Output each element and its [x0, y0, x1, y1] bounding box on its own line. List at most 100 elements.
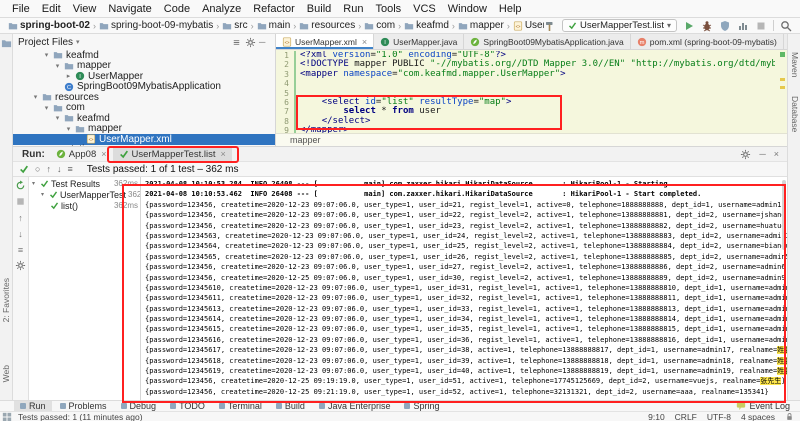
editor-tab[interactable]: <>UserMapper.xml× — [276, 34, 374, 49]
menu-build[interactable]: Build — [301, 3, 337, 15]
project-tree-item[interactable]: ▸IUserMapper — [13, 71, 275, 82]
project-tree-item[interactable]: ▾keafmd — [13, 50, 275, 61]
project-tree-item[interactable]: ▾keafmd — [13, 113, 275, 124]
toolwindow-button-java-enterprise[interactable]: Java Enterprise — [313, 401, 397, 412]
console-scrollbar[interactable] — [782, 180, 786, 250]
run-config-selector[interactable]: UserMapperTest.list ▾ — [562, 19, 677, 32]
menu-edit[interactable]: Edit — [36, 3, 67, 15]
collapse-all-icon[interactable] — [231, 37, 242, 48]
toolwindow-button-problems[interactable]: Problems — [54, 401, 113, 412]
menu-run[interactable]: Run — [337, 3, 369, 15]
hide-passed-button[interactable] — [19, 164, 29, 174]
close-icon[interactable]: × — [774, 149, 779, 159]
tree-item-label: resources — [55, 92, 99, 103]
show-ignored-button[interactable]: ○ — [35, 164, 40, 174]
previous-test-button[interactable]: ↑ — [46, 164, 51, 174]
scroll-down-button[interactable]: ↓ — [15, 228, 26, 239]
next-test-button[interactable]: ↓ — [57, 164, 62, 174]
editor-tab[interactable]: IUserMapper.java — [374, 34, 464, 49]
minimize-icon[interactable]: ─ — [759, 149, 765, 159]
close-icon[interactable]: × — [362, 37, 367, 47]
sort-tests-button[interactable]: ≡ — [67, 164, 72, 174]
breadcrumb-item[interactable]: resources — [299, 20, 355, 31]
debug-button[interactable] — [701, 20, 713, 32]
settings-gear-button[interactable] — [15, 260, 26, 271]
menu-view[interactable]: View — [67, 3, 103, 15]
breadcrumb-item[interactable]: spring-boot-02 — [8, 20, 90, 31]
settings-icon[interactable] — [740, 149, 751, 160]
toolwindow-button-terminal[interactable]: Terminal — [213, 401, 268, 412]
code-editor[interactable]: 123456789 <?xml version="1.0" encoding="… — [276, 50, 787, 134]
editor-tab[interactable]: mpom.xml (spring-boot-09-mybatis) — [631, 34, 784, 49]
svg-text:<>: <> — [89, 137, 94, 142]
menu-code[interactable]: Code — [158, 3, 196, 15]
run-tab[interactable]: App08× — [50, 147, 113, 162]
close-icon[interactable]: × — [220, 149, 225, 159]
status-item[interactable]: 9:10 — [648, 412, 665, 421]
menu-help[interactable]: Help — [493, 3, 528, 15]
maven-toolwindow-button[interactable]: Maven — [790, 52, 800, 78]
event-log-button[interactable]: Event Log — [736, 401, 800, 411]
web-toolwindow-button[interactable]: Web — [1, 365, 11, 382]
breadcrumb-item[interactable]: src — [222, 20, 247, 31]
test-tree-item[interactable]: ▾UserMapperTest362ms — [29, 189, 140, 200]
test-tree-item[interactable]: list()362ms — [29, 200, 140, 211]
breadcrumb-item[interactable]: main — [257, 20, 291, 31]
scroll-up-button[interactable]: ↑ — [15, 212, 26, 223]
tree-item-label: keafmd — [66, 50, 99, 61]
breadcrumb-item[interactable]: keafmd — [404, 20, 449, 31]
run-button[interactable] — [683, 20, 695, 32]
settings-icon[interactable] — [245, 37, 256, 48]
menu-refactor[interactable]: Refactor — [247, 3, 301, 15]
toolwindow-button-spring[interactable]: Spring — [398, 401, 445, 412]
close-icon[interactable]: × — [101, 149, 106, 159]
project-panel-title[interactable]: Project Files — [18, 37, 73, 48]
coverage-button[interactable] — [719, 20, 731, 32]
status-item[interactable]: UTF-8 — [707, 412, 731, 421]
hide-panel-icon[interactable]: ─ — [259, 37, 270, 48]
console-line: {password=123456, createtime=2020-12-23 … — [145, 262, 787, 272]
menu-navigate[interactable]: Navigate — [102, 3, 157, 15]
breadcrumb-item[interactable]: spring-boot-09-mybatis — [99, 20, 213, 31]
project-toolwindow-button[interactable] — [1, 38, 12, 49]
status-item[interactable]: 4 spaces — [741, 412, 775, 421]
menu-bar: FileEditViewNavigateCodeAnalyzeRefactorB… — [0, 0, 800, 18]
database-toolwindow-button[interactable]: Database — [790, 96, 800, 132]
profiler-button[interactable] — [737, 20, 749, 32]
project-tree-item[interactable]: ▾com — [13, 103, 275, 114]
menu-window[interactable]: Window — [442, 3, 493, 15]
search-everywhere-button[interactable] — [780, 20, 792, 32]
project-tree-item[interactable]: ▾resources — [13, 92, 275, 103]
console-output: 2021-04-08 10:10:53.284 INFO 26408 --- [… — [141, 177, 787, 400]
menu-file[interactable]: File — [6, 3, 36, 15]
project-tree-item[interactable]: ▾mapper — [13, 61, 275, 72]
breadcrumb-item[interactable]: <>UserMapper.xml — [513, 20, 544, 31]
project-tree-item[interactable]: CSpringBoot09MybatisApplication — [13, 82, 275, 93]
project-tree-item[interactable]: ▾mapper — [13, 124, 275, 135]
toolwindow-button-todo[interactable]: TODO — [164, 401, 211, 412]
toolwindow-button-build[interactable]: Build — [270, 401, 311, 412]
toolwindow-button-run[interactable]: Run — [14, 401, 52, 412]
menu-tools[interactable]: Tools — [369, 3, 407, 15]
favorites-toolwindow-button[interactable]: 2: Favorites — [1, 278, 11, 322]
breadcrumb-separator-icon: › — [355, 21, 364, 31]
editor-tab[interactable]: SpringBoot09MybatisApplication.java — [464, 34, 630, 49]
editor-tab[interactable]: application.yml — [784, 34, 787, 49]
breadcrumb-item[interactable]: mapper — [458, 20, 504, 31]
breadcrumb-item[interactable]: com — [364, 20, 395, 31]
toolwindow-button-debug[interactable]: Debug — [115, 401, 163, 412]
toolwindow-icon — [276, 403, 282, 409]
soft-wrap-button[interactable]: ≡ — [15, 244, 26, 255]
breadcrumb-tag[interactable]: mapper — [290, 135, 321, 145]
toolwindow-switcher-icon[interactable] — [2, 412, 12, 421]
menu-vcs[interactable]: VCS — [407, 3, 442, 15]
rerun-button[interactable] — [15, 180, 26, 191]
stop-button[interactable] — [755, 20, 767, 32]
menu-analyze[interactable]: Analyze — [196, 3, 247, 15]
stop-process-button[interactable] — [15, 196, 26, 207]
build-hammer-icon[interactable] — [544, 20, 556, 32]
test-tree-item[interactable]: ▾Test Results362ms — [29, 178, 140, 189]
project-tree-item[interactable]: <>UserMapper.xml — [13, 134, 275, 145]
status-item[interactable]: CRLF — [675, 412, 697, 421]
run-tab[interactable]: UserMapperTest.list× — [113, 147, 232, 162]
